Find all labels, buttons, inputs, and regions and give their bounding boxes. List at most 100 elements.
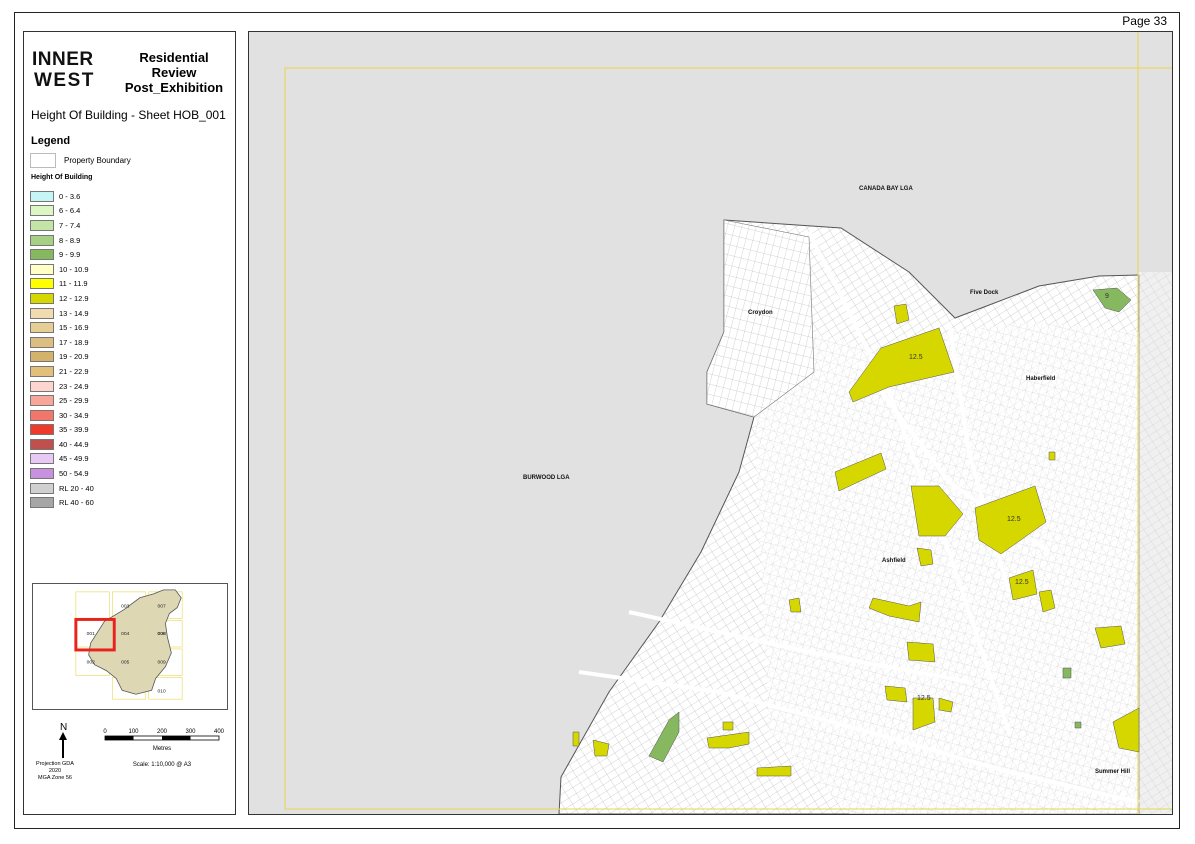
legend-swatch: [30, 424, 54, 436]
page-number: Page 33: [1122, 14, 1167, 28]
keymap-sheet-label: 007: [158, 604, 166, 610]
legend-swatch: [30, 292, 54, 304]
legend-panel: INNER WEST Residential Review Post_Exhib…: [23, 31, 236, 815]
legend-swatch: [30, 453, 54, 465]
report-title-line2: Review: [151, 65, 197, 80]
legend-item: 8 - 8.9: [30, 233, 94, 248]
legend-item: 23 - 24.9: [30, 379, 94, 394]
legend-swatch: [30, 322, 54, 334]
report-title: Residential Review Post_Exhibition: [120, 50, 228, 95]
legend-item: 19 - 20.9: [30, 350, 94, 365]
legend-item: 15 - 16.9: [30, 320, 94, 335]
legend-label: 23 - 24.9: [59, 381, 89, 391]
legend-item: 6 - 6.4: [30, 204, 94, 219]
height-label: 9: [1105, 293, 1109, 300]
summer-hill-label: Summer Hill: [1095, 769, 1130, 775]
scale-tick-label: 400: [214, 729, 225, 735]
legend-item: 45 - 49.9: [30, 452, 94, 467]
scale-unit: Metres: [153, 746, 171, 752]
legend-label: 13 - 14.9: [59, 308, 89, 318]
map-canvas[interactable]: CANADA BAY LGA BURWOOD LGA Croydon Five …: [249, 32, 1172, 814]
legend-item: 50 - 54.9: [30, 466, 94, 481]
property-boundary-legend: Property Boundary: [30, 153, 131, 168]
legend-item: 11 - 11.9: [30, 277, 94, 292]
legend-label: 12 - 12.9: [59, 293, 89, 303]
inner-west-logo: INNER WEST: [32, 49, 93, 90]
legend-item: RL 40 - 60: [30, 495, 94, 510]
scale-tick-label: 100: [128, 729, 139, 735]
legend-item: 7 - 7.4: [30, 218, 94, 233]
keymap-sheet-label: 009: [158, 660, 166, 666]
projection-line2: MGA Zone 56: [38, 775, 72, 781]
legend-item: 10 - 10.9: [30, 262, 94, 277]
legend-item: 21 - 22.9: [30, 364, 94, 379]
ashfield-label: Ashfield: [882, 558, 906, 564]
keymap-sheet-label: 005: [121, 660, 129, 666]
sheet-title: Height Of Building - Sheet HOB_001: [31, 108, 226, 122]
legend-title: Legend: [31, 135, 71, 147]
legend-label: 10 - 10.9: [59, 264, 89, 274]
legend-swatch: [30, 307, 54, 319]
height-label: 12.5: [909, 354, 923, 361]
legend-label: 6 - 6.4: [59, 206, 81, 216]
legend-swatch: [30, 205, 54, 217]
legend-swatch: [30, 438, 54, 450]
report-title-line1: Residential: [139, 50, 209, 65]
scale-tick-label: 300: [185, 729, 196, 735]
legend-item: 12 - 12.9: [30, 291, 94, 306]
legend-label: 9 - 9.9: [59, 250, 81, 260]
legend-label: 30 - 34.9: [59, 410, 89, 420]
legend-swatch: [30, 190, 54, 202]
legend-item: 13 - 14.9: [30, 306, 94, 321]
legend-item: 9 - 9.9: [30, 247, 94, 262]
haberfield-label: Haberfield: [1026, 376, 1056, 382]
legend-swatch: [30, 365, 54, 377]
legend-item: RL 20 - 40: [30, 481, 94, 496]
outside-frame-parcels: [1138, 272, 1172, 814]
hob-legend-list: 0 - 3.6 6 - 6.4 7 - 7.4 8 - 8.9 9 - 9.9 10 - …: [30, 189, 94, 510]
legend-swatch: [30, 409, 54, 421]
projection-line1: Projection GDA 2020: [36, 761, 74, 774]
legend-label: 21 - 22.9: [59, 366, 89, 376]
legend-label: RL 40 - 60: [59, 498, 94, 508]
keymap-sheet-label: 002: [87, 660, 95, 666]
five-dock-label: Five Dock: [970, 290, 999, 296]
legend-label: 40 - 44.9: [59, 439, 89, 449]
legend-label: RL 20 - 40: [59, 483, 94, 493]
legend-item: 35 - 39.9: [30, 423, 94, 438]
scale-text: Scale: 1:10,000 @ A3: [133, 762, 192, 768]
projection-note: Projection GDA 2020 MGA Zone 56: [32, 761, 78, 782]
legend-swatch: [30, 249, 54, 261]
key-map: 001002003004005006007008009010: [32, 583, 228, 710]
canada-bay-lga-label: CANADA BAY LGA: [859, 186, 913, 192]
legend-label: 11 - 11.9: [59, 279, 88, 289]
keymap-sheet-label: 010: [158, 688, 166, 694]
lga-outline-shape: [88, 589, 182, 695]
legend-label: 0 - 3.6: [59, 191, 81, 201]
legend-label: 45 - 49.9: [59, 454, 89, 464]
legend-swatch: [30, 482, 54, 494]
legend-swatch: [30, 497, 54, 509]
property-boundary-label: Property Boundary: [64, 156, 131, 165]
height-label: 12.5: [1015, 579, 1029, 586]
legend-label: 35 - 39.9: [59, 425, 89, 435]
report-title-line3: Post_Exhibition: [124, 80, 224, 95]
legend-label: 15 - 16.9: [59, 323, 89, 333]
map-view[interactable]: CANADA BAY LGA BURWOOD LGA Croydon Five …: [248, 31, 1173, 815]
height-label: 12.5: [917, 695, 931, 702]
legend-swatch: [30, 278, 54, 290]
legend-label: 17 - 18.9: [59, 337, 89, 347]
hob-legend-title: Height Of Building: [31, 174, 93, 181]
legend-swatch: [30, 234, 54, 246]
legend-swatch: [30, 351, 54, 363]
legend-swatch: [30, 380, 54, 392]
legend-label: 7 - 7.4: [59, 220, 81, 230]
keymap-sheet-label: 001: [87, 631, 95, 637]
legend-swatch: [30, 395, 54, 407]
parcel-texture: [754, 322, 1139, 814]
scale-tick-label: 200: [157, 729, 168, 735]
legend-item: 40 - 44.9: [30, 437, 94, 452]
scale-bar: 0 100 200 300 400 Metres Scale: 1:10,000 @ A…: [103, 729, 225, 768]
burwood-lga-label: BURWOOD LGA: [523, 475, 570, 481]
legend-label: 50 - 54.9: [59, 469, 89, 479]
